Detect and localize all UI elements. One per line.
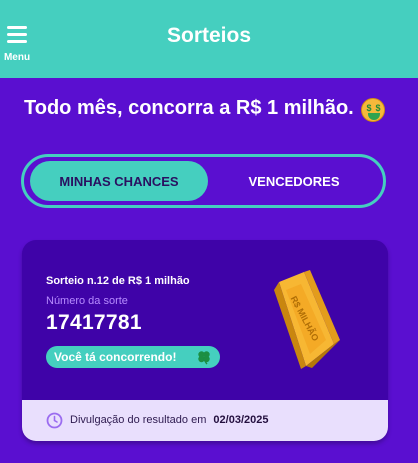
result-release-info: Divulgação do resultado em 02/03/2025 — [70, 414, 268, 426]
money-mouth-face-icon: $ $ — [361, 98, 385, 122]
status-badge: Você tá concorrendo! — [46, 346, 220, 368]
card-footer: Divulgação do resultado em 02/03/2025 — [22, 400, 388, 441]
draw-title: Sorteio n.12 de R$ 1 milhão — [46, 275, 190, 287]
result-release-date: 02/03/2025 — [213, 414, 269, 426]
page-title: Sorteios — [166, 24, 252, 47]
tab-vencedores[interactable]: VENCEDORES — [208, 161, 380, 201]
draw-card[interactable]: Sorteio n.12 de R$ 1 milhão Número da so… — [22, 240, 388, 441]
tab-minhas-chances[interactable]: MINHAS CHANCES — [30, 161, 208, 201]
headline: Todo mês, concorra a R$ 1 milhão. — [24, 97, 354, 119]
gold-bar-icon: R$ MILHÃO — [274, 270, 340, 369]
clover-icon — [198, 351, 210, 365]
tab-toggle: MINHAS CHANCES VENCEDORES — [21, 154, 386, 208]
lucky-number-label: Número da sorte — [46, 295, 128, 307]
lucky-number: 17417781 — [46, 311, 142, 334]
top-bar: Menu Sorteios — [0, 0, 418, 78]
result-release-label: Divulgação do resultado em — [70, 414, 207, 426]
clock-icon — [46, 412, 63, 429]
status-text: Você tá concorrendo! — [54, 350, 177, 364]
menu-label: Menu — [3, 52, 31, 63]
